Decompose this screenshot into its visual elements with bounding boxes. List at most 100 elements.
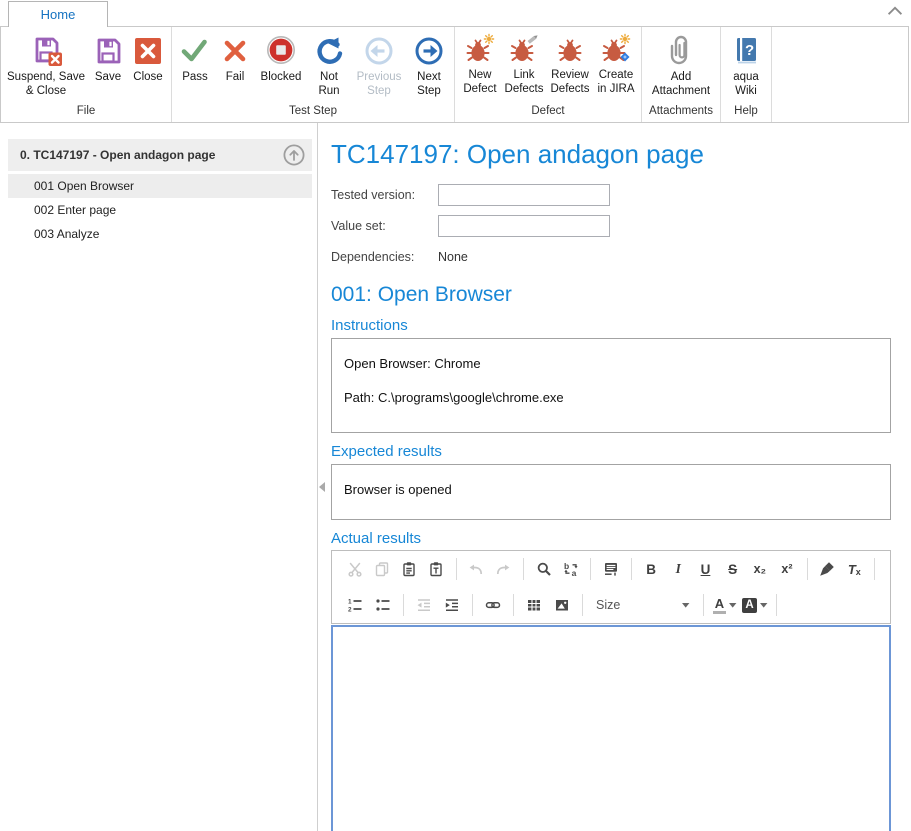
ribbon-tab-strip: Home <box>0 0 911 26</box>
increase-indent-icon <box>444 597 460 613</box>
numbered-list-button[interactable] <box>342 592 368 618</box>
bulleted-list-icon <box>375 597 391 613</box>
tested-version-row: Tested version: <box>331 184 891 206</box>
background-color-icon: A <box>742 598 757 613</box>
bold-button[interactable]: B <box>639 556 664 582</box>
value-set-row: Value set: <box>331 215 891 237</box>
editor-toolbar-row-1: B I U S x₂ x² Tx <box>332 551 890 587</box>
toolbar-separator <box>703 594 704 616</box>
close-button[interactable]: Close <box>128 30 168 85</box>
copy-formatting-brush-icon <box>819 561 835 577</box>
remove-format-button[interactable]: Tx <box>842 556 867 582</box>
save-icon <box>92 33 124 67</box>
strikethrough-button[interactable]: S <box>720 556 745 582</box>
replace-icon <box>563 561 579 577</box>
paste-button[interactable] <box>396 556 421 582</box>
ribbon-group-label: Defect <box>455 103 641 122</box>
next-step-icon <box>413 33 445 67</box>
not-run-reset-icon <box>313 33 345 67</box>
paste-text-button[interactable] <box>424 556 449 582</box>
step-list-item[interactable]: 002 Enter page <box>8 198 312 222</box>
close-icon <box>132 33 164 67</box>
image-icon <box>554 597 570 613</box>
decrease-indent-button[interactable] <box>411 592 437 618</box>
save-button[interactable]: Save <box>88 30 128 85</box>
link-button[interactable] <box>480 592 506 618</box>
instructions-heading: Instructions <box>331 317 891 334</box>
ribbon-group-defect: New Defect Link Defects Review Defects C… <box>455 27 642 122</box>
insert-table-button[interactable] <box>521 592 547 618</box>
expected-results-heading: Expected results <box>331 443 891 460</box>
bug-link-icon <box>507 33 541 65</box>
add-attachment-button[interactable]: Add Attachment <box>645 30 717 99</box>
previous-step-button[interactable]: Previous Step <box>351 30 407 99</box>
tested-version-input[interactable] <box>438 184 610 206</box>
text-color-icon: A <box>713 597 726 614</box>
circle-up-arrow-icon <box>282 143 306 167</box>
bulleted-list-button[interactable] <box>370 592 396 618</box>
copy-formatting-button[interactable] <box>815 556 840 582</box>
bug-jira-icon <box>599 33 633 65</box>
page-title: TC147197: Open andagon page <box>331 139 891 170</box>
paste-text-icon <box>428 561 444 577</box>
pass-button[interactable]: Pass <box>175 30 215 85</box>
undo-button[interactable] <box>464 556 489 582</box>
font-size-dropdown[interactable]: Size <box>591 593 695 617</box>
replace-button[interactable] <box>558 556 583 582</box>
step-list: 001 Open Browser 002 Enter page 003 Anal… <box>0 174 317 246</box>
redo-button[interactable] <box>491 556 516 582</box>
dependencies-label: Dependencies: <box>331 250 438 264</box>
subscript-button[interactable]: x₂ <box>747 556 772 582</box>
copy-button[interactable] <box>369 556 394 582</box>
blocked-button[interactable]: Blocked <box>255 30 307 85</box>
save-suspend-icon <box>29 33 63 67</box>
tab-home[interactable]: Home <box>8 1 108 27</box>
not-run-button[interactable]: Not Run <box>307 30 351 99</box>
cut-button[interactable] <box>342 556 367 582</box>
next-step-button[interactable]: Next Step <box>407 30 451 99</box>
scroll-to-top-button[interactable] <box>282 143 306 167</box>
review-defects-button[interactable]: Review Defects <box>546 30 594 97</box>
new-defect-button[interactable]: New Defect <box>458 30 502 97</box>
expected-results-line: Browser is opened <box>344 482 878 497</box>
suspend-save-close-button[interactable]: Suspend, Save & Close <box>4 30 88 99</box>
ribbon-group-file: Suspend, Save & Close Save Close File <box>1 27 172 122</box>
value-set-input[interactable] <box>438 215 610 237</box>
ribbon-group-attachments: Add Attachment Attachments <box>642 27 721 122</box>
underline-button[interactable]: U <box>693 556 718 582</box>
expected-results-box: Browser is opened <box>331 464 891 520</box>
background-color-button[interactable]: A <box>740 592 770 618</box>
text-color-button[interactable]: A <box>710 592 740 618</box>
instructions-box: Open Browser: Chrome Path: C.\programs\g… <box>331 338 891 433</box>
find-icon <box>536 561 552 577</box>
create-in-jira-button[interactable]: Create in JIRA <box>594 30 638 97</box>
increase-indent-button[interactable] <box>439 592 465 618</box>
ribbon-group-label: Help <box>721 103 771 122</box>
insert-image-button[interactable] <box>549 592 575 618</box>
toolbar-separator <box>807 558 808 580</box>
select-all-button[interactable] <box>598 556 623 582</box>
step-list-item[interactable]: 001 Open Browser <box>8 174 312 198</box>
pass-check-icon <box>179 33 211 67</box>
dependencies-value: None <box>438 250 468 264</box>
actual-results-editor[interactable] <box>331 625 891 831</box>
paperclip-icon <box>665 33 697 67</box>
find-button[interactable] <box>531 556 556 582</box>
italic-button[interactable]: I <box>666 556 691 582</box>
test-steps-sidebar: 0. TC147197 - Open andagon page 001 Open… <box>0 123 318 831</box>
superscript-button[interactable]: x² <box>774 556 799 582</box>
test-case-header-label: 0. TC147197 - Open andagon page <box>20 148 282 162</box>
aqua-wiki-button[interactable]: aqua Wiki <box>724 30 768 99</box>
actual-results-heading: Actual results <box>331 530 891 547</box>
link-icon <box>485 597 501 613</box>
chevron-down-icon <box>729 603 737 608</box>
decrease-indent-icon <box>416 597 432 613</box>
redo-icon <box>495 561 511 577</box>
step-list-item[interactable]: 003 Analyze <box>8 222 312 246</box>
link-defects-button[interactable]: Link Defects <box>502 30 546 97</box>
previous-step-icon <box>363 33 395 67</box>
fail-button[interactable]: Fail <box>215 30 255 85</box>
collapse-ribbon-icon[interactable] <box>887 5 903 17</box>
toolbar-separator <box>776 594 777 616</box>
ribbon-group-test-step: Pass Fail Blocked Not Run Previous Step <box>172 27 455 122</box>
